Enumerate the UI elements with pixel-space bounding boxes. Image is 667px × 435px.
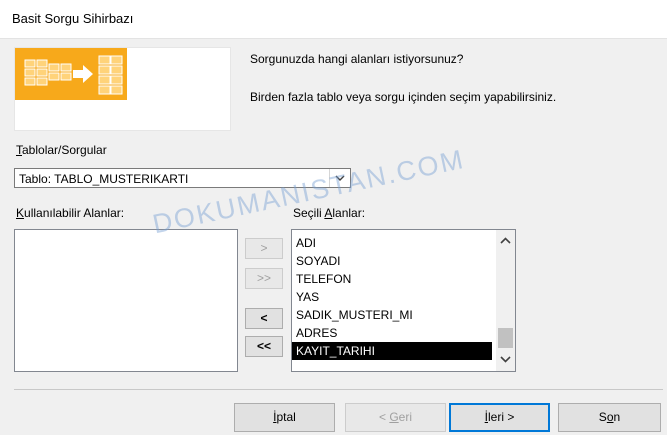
selected-label-rest: lanlar: [332,206,366,220]
selected-field-item[interactable]: YAS [292,288,492,306]
chevron-down-icon[interactable] [500,356,511,363]
finish-button[interactable]: Son [558,403,661,432]
selected-fields-items: ADI SOYADI TELEFON YAS SADIK_MUSTERI_MI ADRES… [292,230,492,360]
window-title: Basit Sorgu Sihirbazı [12,11,134,26]
available-label-rest: ullanılabilir Alanlar: [24,206,125,220]
selected-fields-scrollbar[interactable] [496,230,515,371]
available-fields-list[interactable] [14,229,238,372]
chevron-up-icon[interactable] [500,237,511,244]
finish-rest: n [613,410,621,424]
selected-field-item[interactable]: SOYADI [292,252,492,270]
back-accel: G [389,410,399,424]
title-bar: Basit Sorgu Sihirbazı [0,0,667,39]
selected-field-item[interactable]: SADIK_MUSTERI_MI [292,306,492,324]
selected-field-item[interactable]: ADRES [292,324,492,342]
selected-field-item[interactable]: ADI [292,234,492,252]
wizard-prompt: Sorgunuzda hangi alanları istiyorsunuz? [250,52,464,66]
finish-pre: S [598,410,607,424]
tables-label-rest: ablolar/Sorgular [22,143,107,157]
tables-dropdown-value: Tablo: TABLO_MUSTERIKARTI [19,172,189,186]
scrollbar-thumb[interactable] [498,328,513,348]
tables-dropdown[interactable]: Tablo: TABLO_MUSTERIKARTI [14,168,351,188]
cancel-button[interactable]: İptal [234,403,335,432]
selected-field-item[interactable]: KAYIT_TARIHI [292,342,492,360]
available-fields-label: Kullanılabilir Alanlar: [16,206,124,220]
remove-field-button[interactable]: < [245,308,283,329]
footer-separator [14,389,663,390]
tables-label: Tablolar/Sorgular [16,143,107,157]
chevron-down-icon [335,175,345,181]
selected-fields-list[interactable]: ADI SOYADI TELEFON YAS SADIK_MUSTERI_MI ADRES… [291,229,516,372]
cancel-rest: ptal [276,410,296,424]
watermark: DOKUMANISTAN.COM [150,143,468,240]
add-field-button[interactable]: > [245,238,283,259]
back-pre: < [378,410,390,424]
next-rest: leri > [488,410,515,424]
table-to-query-icon [15,48,127,100]
dropdown-button[interactable] [329,169,350,187]
back-button[interactable]: < Geri [345,403,446,432]
available-label-accel: K [16,206,25,220]
next-button[interactable]: İleri > [449,403,550,432]
back-rest: eri [398,410,413,424]
wizard-illustration [14,47,231,131]
add-all-fields-button[interactable]: >> [245,268,283,289]
selected-fields-label: Seçili Alanlar: [293,206,365,220]
selected-label-pre: Seçili [293,206,325,220]
remove-all-fields-button[interactable]: << [245,336,283,357]
selected-field-item[interactable]: TELEFON [292,270,492,288]
finish-accel: o [606,410,614,424]
wizard-hint: Birden fazla tablo veya sorgu içinden se… [250,90,557,104]
